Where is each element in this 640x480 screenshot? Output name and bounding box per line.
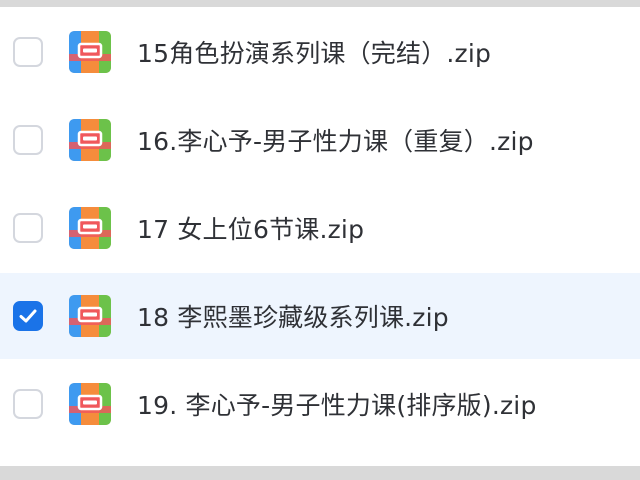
checkbox[interactable] xyxy=(13,213,43,243)
file-row[interactable]: 17 女上位6节课.zip xyxy=(0,185,640,271)
file-row[interactable]: 19. 李心予-男子性力课(排序版).zip xyxy=(0,361,640,447)
file-name[interactable]: 15角色扮演系列课（完结）.zip xyxy=(137,34,491,70)
file-list-panel: 15角色扮演系列课（完结）.zip 16.李心予-男子性力课（重复）.zip 1… xyxy=(0,7,640,466)
file-name[interactable]: 17 女上位6节课.zip xyxy=(137,210,364,246)
zip-archive-icon xyxy=(68,118,112,162)
checkbox[interactable] xyxy=(13,37,43,67)
zip-archive-icon xyxy=(68,30,112,74)
checkbox[interactable] xyxy=(13,389,43,419)
checkbox[interactable] xyxy=(13,125,43,155)
file-row[interactable]: 16.李心予-男子性力课（重复）.zip xyxy=(0,97,640,183)
checkmark-icon xyxy=(19,309,37,323)
file-name[interactable]: 16.李心予-男子性力课（重复）.zip xyxy=(137,122,534,158)
checkbox-checked[interactable] xyxy=(13,301,43,331)
zip-archive-icon xyxy=(68,206,112,250)
zip-archive-icon xyxy=(68,382,112,426)
file-row[interactable]: 18 李熙墨珍藏级系列课.zip xyxy=(0,273,640,359)
file-name[interactable]: 18 李熙墨珍藏级系列课.zip xyxy=(137,298,449,334)
zip-archive-icon xyxy=(68,294,112,338)
file-row[interactable]: 15角色扮演系列课（完结）.zip xyxy=(0,9,640,95)
file-name[interactable]: 19. 李心予-男子性力课(排序版).zip xyxy=(137,386,537,422)
